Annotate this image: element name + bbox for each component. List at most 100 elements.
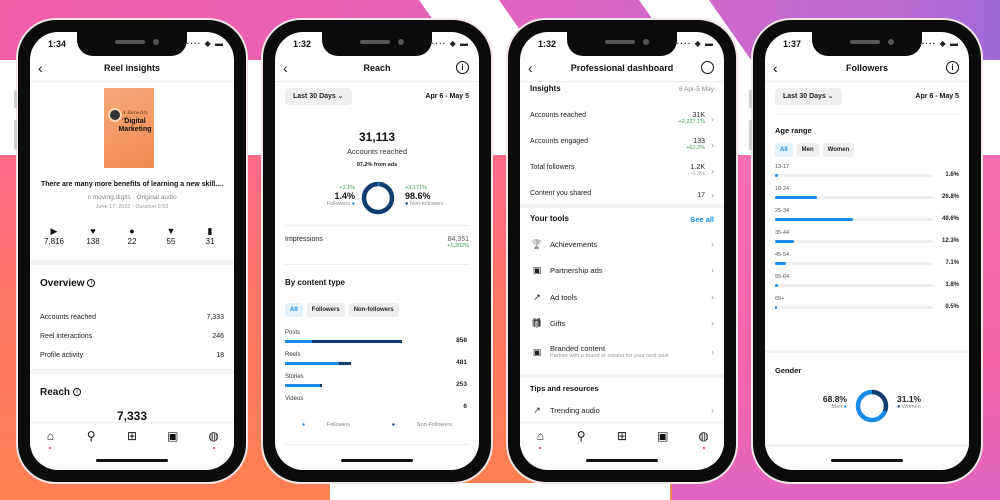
age-range-label: 55-64 [775,274,790,280]
notch [77,32,187,56]
chevron-right-icon: › [711,347,714,357]
women-stat: 31.1% ● Women [897,394,957,410]
stat-heart: ♥ 138 [75,226,111,246]
signal-wifi-battery-icon: ···· ◆ ▬ [431,39,469,48]
screen: 1:32 ···· ◆ ▬ ‹ Reach i Last 30 Days ⌄ A… [275,32,479,470]
age-range-fill [775,174,778,177]
status-time: 1:34 [48,39,67,49]
insight-row[interactable]: Accounts engaged 133 +62.2% › [530,138,714,151]
trending-icon: ↗ [533,291,541,302]
profile-icon[interactable]: ◍ [206,428,222,449]
insight-value: 133 [693,138,705,145]
chip-non-followers[interactable]: Non-followers [348,303,399,317]
insight-row[interactable]: Total followers 1.2K -0.3% › [530,164,714,177]
women-label: Women [901,404,921,410]
gender-filter-chips: All Men Women [775,143,855,157]
non-followers-percent: 98.6% [405,191,431,201]
info-icon[interactable]: i [73,388,82,397]
tool-branded-content[interactable]: ▣ Branded content Partner with a brand or … [530,337,714,367]
age-range-label: 65+ [775,296,785,302]
non-followers-label: Non-followers [409,201,444,207]
signal-wifi-battery-icon: ···· ◆ ▬ [676,39,714,48]
profile-icon[interactable]: ◍ [696,428,712,449]
content-legend: ● Followers ● Non-Followers [275,422,479,428]
tab-bar: ⌂ ⚲ ⊞ ▣ ◍ [520,422,724,449]
bar-segment-followers [285,384,321,387]
date-filter-dropdown[interactable]: Last 30 Days ⌄ [775,88,842,105]
reels-icon[interactable]: ▣ [165,428,181,444]
age-range-fill [775,240,795,243]
chevron-right-icon: › [711,292,714,302]
status-time: 1:37 [783,39,802,49]
chip-all[interactable]: All [775,143,793,157]
nav-bar: ‹ Reel insights [30,58,234,82]
tool-achievements[interactable]: 🏆 Achievements › [530,235,714,253]
bar-segment-non-followers [320,384,322,387]
age-range-value: 0.5% [945,304,959,310]
insight-change: +62.2% [686,145,705,151]
reach-donut-chart [361,181,395,215]
reel-thumbnail[interactable]: A Benefits of Digital Marketing [104,88,154,168]
insight-change: -0.3% [690,171,705,177]
content-type-value: 253 [456,381,467,388]
info-icon[interactable]: i [87,279,96,288]
impressions-change: +1,392% [447,243,469,249]
followers-label: Followers [326,201,351,207]
create-icon[interactable]: ⊞ [614,428,630,444]
date-filter-dropdown[interactable]: Last 30 Days ⌄ [285,88,352,105]
home-indicator [341,459,413,462]
phone-reach: 1:32 ···· ◆ ▬ ‹ Reach i Last 30 Days ⌄ A… [263,20,491,482]
men-percent: 68.8% [822,394,847,404]
overview-row: Profile activity 18 [40,352,224,359]
tool-label: Achievements [550,239,598,249]
age-range-track [775,196,933,199]
tool-gifts[interactable]: 🎁 Gifts › [530,314,714,332]
home-icon[interactable]: ⌂ [532,428,548,449]
reels-icon[interactable]: ▣ [655,428,671,444]
home-icon[interactable]: ⌂ [42,428,58,449]
chevron-right-icon: › [711,239,714,249]
insight-label: Content you shared [530,190,592,197]
search-icon[interactable]: ⚲ [83,428,99,444]
age-range-label: 25-34 [775,208,790,214]
tool-ad-tools[interactable]: ↗ Ad tools › [530,288,714,306]
chip-all[interactable]: All [285,303,303,317]
content-type-bar [285,340,445,343]
non-followers-stat: +3,171% 98.6% ● Non-followers [405,185,465,207]
tool-trending-audio[interactable]: ↗ Trending audio › [530,401,714,419]
overview-heading: Overview i [40,278,96,289]
chip-men[interactable]: Men [796,143,819,157]
insight-row[interactable]: Content you shared 17 › [530,190,714,200]
accounts-reached-label: Accounts reached [346,147,408,156]
chip-women[interactable]: Women [822,143,855,157]
bookmark-icon: ▮ [207,226,213,236]
info-icon[interactable]: i [456,61,469,74]
settings-icon[interactable] [701,61,714,74]
bar-segment-followers [285,362,340,365]
followers-percent: 1.4% [334,191,355,201]
date-range: Apr 6 - May 5 [425,93,469,100]
see-all-link[interactable]: See all [690,215,714,224]
bar-segment-followers [285,340,313,343]
age-range-fill [775,218,854,221]
side-button [749,90,752,108]
age-range-label: 45-54 [775,252,790,258]
status-time: 1:32 [538,39,557,49]
create-icon[interactable]: ⊞ [124,428,140,444]
stat-value: 7,816 [43,237,65,246]
info-icon[interactable]: i [946,61,959,74]
age-range-heading: Age range [775,126,812,135]
side-button [14,120,17,150]
insights-heading: Insights [530,84,561,93]
screen: 1:34 ···· ◆ ▬ ‹ Reel insights A Benefits… [30,32,234,470]
age-range-fill [775,306,777,309]
insight-row[interactable]: Accounts reached 31K +2,227.1% › [530,112,714,125]
search-icon[interactable]: ⚲ [573,428,589,444]
status-time: 1:32 [293,39,312,49]
notch [322,32,432,56]
chip-followers[interactable]: Followers [306,303,345,317]
tool-partnership-ads[interactable]: ▣ Partnership ads › [530,261,714,279]
stat-play: ▶ 7,816 [36,226,72,246]
reel-audio[interactable]: ıı moving.digits · Original audio [30,194,234,201]
screen: 1:37 ···· ◆ ▬ ‹ Followers i Last 30 Days… [765,32,969,470]
